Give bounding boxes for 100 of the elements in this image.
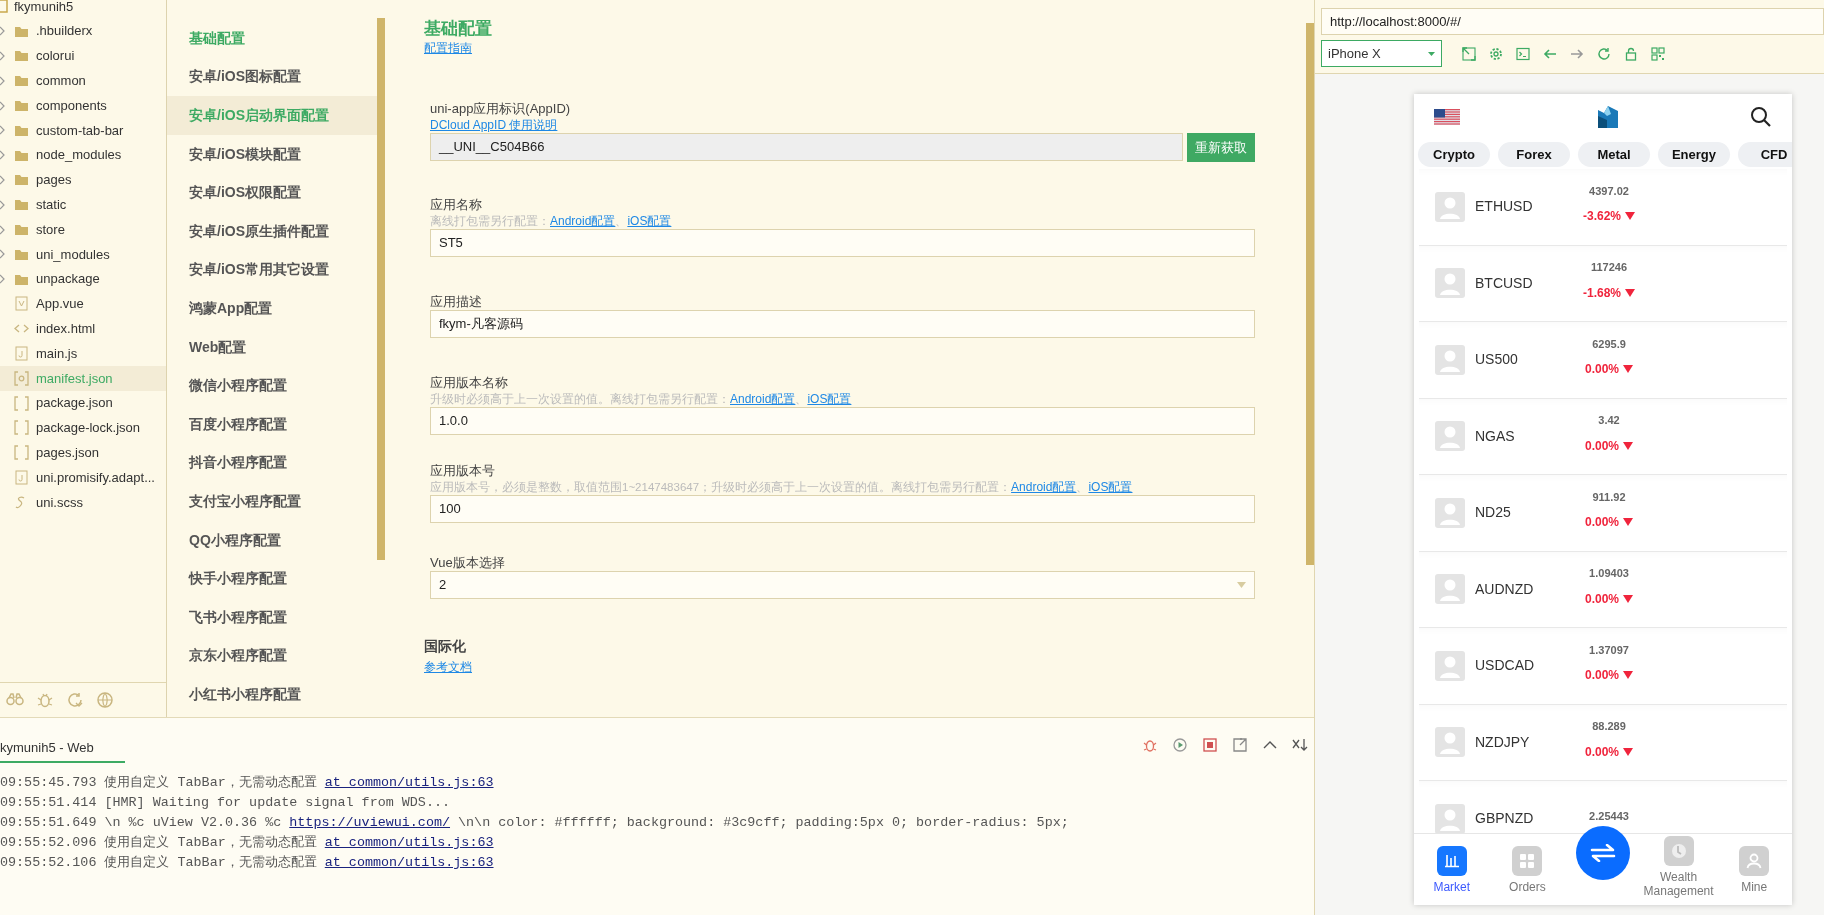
- text-field[interactable]: ST5: [430, 229, 1255, 257]
- config-nav-item[interactable]: 安卓/iOS原生插件配置: [167, 211, 377, 251]
- scrollbar-thumb[interactable]: [1306, 23, 1314, 565]
- hint-link[interactable]: iOS配置: [627, 214, 672, 228]
- change-label: 0.00%: [1585, 361, 1619, 378]
- file-tree-item[interactable]: package-lock.json: [0, 415, 166, 441]
- config-nav-item[interactable]: 微信小程序配置: [167, 366, 377, 405]
- chevron-icon: [0, 75, 6, 86]
- folder-icon: [14, 48, 29, 64]
- play-icon[interactable]: [1172, 737, 1188, 753]
- file-icon: [14, 470, 29, 486]
- config-nav-item[interactable]: 快手小程序配置: [167, 559, 377, 598]
- file-tree-item[interactable]: unpackage: [0, 266, 166, 292]
- terminal-icon[interactable]: [1516, 46, 1530, 61]
- config-nav-item[interactable]: 安卓/iOS模块配置: [167, 134, 377, 174]
- text-field[interactable]: 100: [430, 495, 1255, 523]
- log-link[interactable]: at common/utils.js:63: [324, 855, 494, 870]
- nav-tab[interactable]: Market: [1414, 834, 1490, 905]
- config-nav-item[interactable]: QQ小程序配置: [167, 520, 377, 560]
- expand-icon[interactable]: [1462, 46, 1476, 61]
- file-tree-item[interactable]: index.html: [0, 316, 166, 342]
- nav-tab[interactable]: Orders: [1489, 834, 1566, 905]
- lock-icon[interactable]: [1624, 46, 1638, 61]
- category-tab[interactable]: Crypto: [1418, 142, 1490, 167]
- file-tree-item[interactable]: package.json: [0, 390, 166, 416]
- project-root[interactable]: fkymunih5: [0, 0, 166, 19]
- config-nav-item[interactable]: 安卓/iOS图标配置: [167, 57, 377, 97]
- config-nav-item[interactable]: 抖音小程序配置: [167, 443, 377, 483]
- config-nav-item[interactable]: 飞书小程序配置: [167, 597, 377, 637]
- search-icon[interactable]: [1750, 105, 1772, 128]
- file-tree-item[interactable]: store: [0, 217, 166, 242]
- config-nav-item[interactable]: 安卓/iOS常用其它设置: [167, 250, 377, 290]
- symbol-label: ETHUSD: [1475, 197, 1534, 217]
- config-nav-item[interactable]: Web配置: [167, 327, 377, 367]
- log-link[interactable]: at common/utils.js:63: [324, 835, 494, 850]
- qr-code-icon[interactable]: [1651, 46, 1665, 61]
- file-tree-item[interactable]: common: [0, 68, 166, 94]
- file-tree-item[interactable]: node_modules: [0, 142, 166, 168]
- reload-icon[interactable]: [1597, 46, 1611, 61]
- scrollbar-thumb[interactable]: [377, 18, 385, 560]
- file-tree-item[interactable]: main.js: [0, 341, 166, 366]
- log-link[interactable]: https://uviewui.com/: [289, 815, 450, 830]
- file-tree-item[interactable]: pages.json: [0, 440, 166, 466]
- section-heading: 国际化: [424, 638, 467, 656]
- text-field[interactable]: fkym-凡客源码: [430, 310, 1255, 338]
- config-nav-item[interactable]: 安卓/iOS权限配置: [167, 173, 377, 212]
- config-nav-item[interactable]: 小红书小程序配置: [167, 675, 377, 714]
- hint-link[interactable]: Android配置: [730, 392, 796, 406]
- file-tree-item[interactable]: uni.promisify.adapt...: [0, 465, 166, 490]
- sync-icon[interactable]: [66, 691, 84, 709]
- file-icon: [14, 346, 29, 362]
- text-field[interactable]: __UNI__C504B66: [430, 133, 1183, 161]
- hint-link[interactable]: Android配置: [550, 214, 616, 228]
- flag-icon[interactable]: [1434, 108, 1460, 125]
- category-tab[interactable]: Metal: [1578, 142, 1650, 167]
- swap-button[interactable]: [1576, 826, 1630, 880]
- hint-link[interactable]: Android配置: [1011, 480, 1077, 494]
- file-tree-item[interactable]: uni.scss: [0, 489, 166, 515]
- select-field[interactable]: 2: [430, 571, 1255, 599]
- file-tree-item[interactable]: colorui: [0, 43, 166, 69]
- file-tree-item[interactable]: .hbuilderx: [0, 18, 166, 44]
- file-tree-item[interactable]: static: [0, 192, 166, 218]
- file-tree-item[interactable]: pages: [0, 167, 166, 193]
- device-select[interactable]: iPhone X: [1321, 40, 1442, 67]
- stop-icon[interactable]: [1202, 737, 1218, 753]
- chevron-icon: [0, 125, 6, 136]
- file-tree-item[interactable]: custom-tab-bar: [0, 118, 166, 143]
- category-tab[interactable]: Forex: [1498, 142, 1570, 167]
- clear-icon[interactable]: [1292, 737, 1308, 753]
- category-tab[interactable]: Energy: [1658, 142, 1730, 167]
- config-nav-item[interactable]: 鸿蒙App配置: [167, 289, 377, 328]
- forward-arrow-icon[interactable]: [1570, 46, 1584, 61]
- category-tab[interactable]: CFD: [1738, 142, 1792, 167]
- export-icon[interactable]: [1232, 737, 1248, 753]
- bug-icon[interactable]: [1142, 737, 1158, 753]
- globe-icon[interactable]: [96, 691, 114, 709]
- url-field[interactable]: http://localhost:8000/#/: [1321, 8, 1824, 35]
- nav-tab[interactable]: Wealth Management: [1640, 834, 1717, 905]
- file-tree-item[interactable]: components: [0, 93, 166, 118]
- config-nav-item[interactable]: 百度小程序配置: [167, 404, 377, 444]
- price-label: 2.25443: [1589, 808, 1629, 824]
- nav-tab[interactable]: Mine: [1716, 834, 1792, 905]
- console-tab[interactable]: kymunih5 - Web: [0, 737, 125, 763]
- log-link[interactable]: at common/utils.js:63: [324, 775, 494, 790]
- guide-link[interactable]: 配置指南: [424, 41, 472, 55]
- docs-link[interactable]: 参考文档: [424, 660, 472, 675]
- file-tree-item[interactable]: uni_modules: [0, 241, 166, 267]
- settings-icon[interactable]: [1489, 46, 1503, 61]
- back-arrow-icon[interactable]: [1543, 46, 1557, 61]
- config-nav-item[interactable]: 京东小程序配置: [167, 636, 377, 676]
- text-field[interactable]: 1.0.0: [430, 407, 1255, 435]
- help-link[interactable]: DCloud AppID 使用说明: [430, 118, 558, 132]
- bug-icon[interactable]: [36, 691, 54, 709]
- hint-link[interactable]: iOS配置: [1088, 480, 1133, 494]
- price-label: 117246: [1590, 260, 1628, 275]
- folder-icon: [14, 172, 29, 188]
- config-nav-item[interactable]: 支付宝小程序配置: [167, 482, 377, 521]
- file-tree-item[interactable]: App.vue: [0, 291, 166, 317]
- hint-link[interactable]: iOS配置: [807, 392, 852, 406]
- chart-glyph-icon: [1442, 852, 1461, 870]
